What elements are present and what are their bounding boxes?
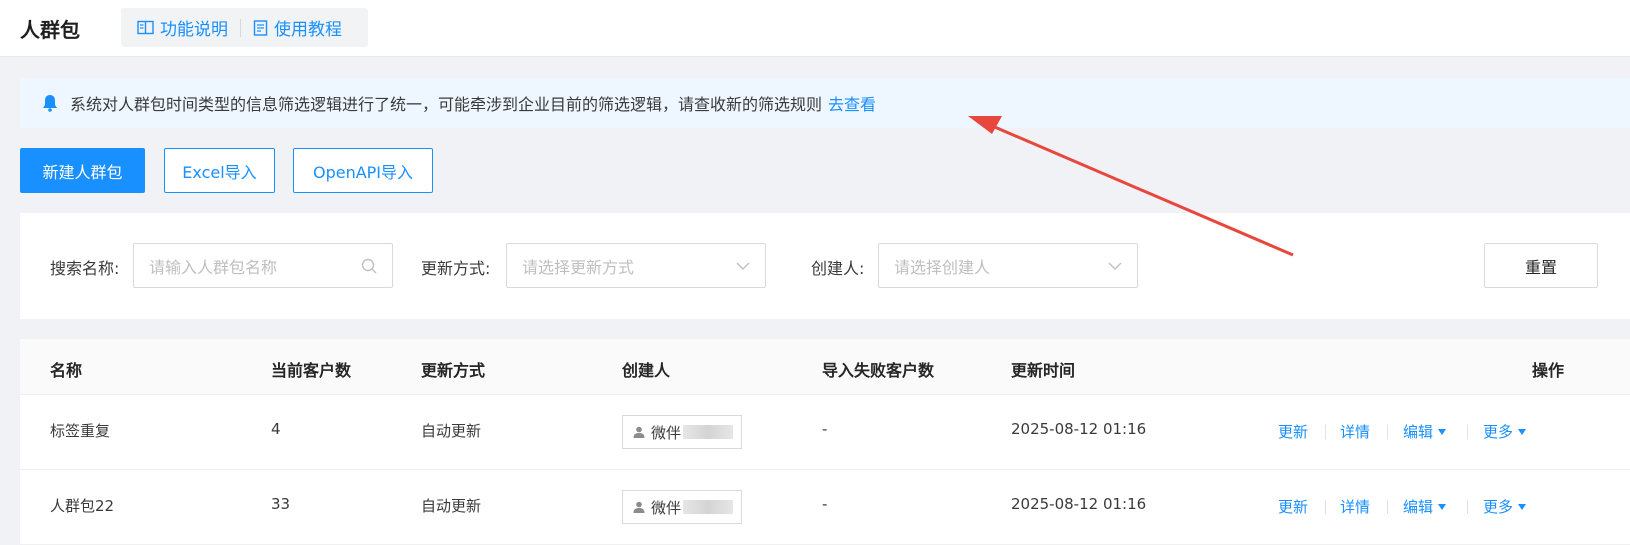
table-row: 人群包22 33 自动更新 微伴 - 2025-08-12 01:16 更新 详…: [20, 470, 1630, 545]
caret-down-icon: [1518, 428, 1527, 435]
new-crowd-pack-button[interactable]: 新建人群包: [20, 148, 145, 193]
chevron-down-icon: [736, 262, 750, 270]
more-dropdown[interactable]: 更多: [1483, 496, 1527, 517]
redacted-name: [683, 500, 734, 514]
column-header: 当前客户数: [271, 361, 352, 380]
view-rules-link[interactable]: 去查看: [828, 91, 876, 115]
feature-description-label: 功能说明: [160, 20, 228, 40]
update-link[interactable]: 更新: [1278, 421, 1308, 442]
help-links: 功能说明 使用教程: [121, 8, 368, 47]
notice-bar: 系统对人群包时间类型的信息筛选逻辑进行了统一，可能牵涉到企业目前的筛选逻辑，请查…: [20, 78, 1630, 128]
search-placeholder: 请输入人群包名称: [149, 257, 278, 277]
update-mode-select[interactable]: 请选择更新方式: [506, 243, 766, 288]
divider: [1325, 500, 1326, 514]
cell-name: 标签重复: [50, 422, 111, 440]
detail-link[interactable]: 详情: [1340, 421, 1370, 442]
divider: [1325, 425, 1326, 439]
update-link[interactable]: 更新: [1278, 496, 1308, 517]
table-row: 标签重复 4 自动更新 微伴 - 2025-08-12 01:16 更新 详情 …: [20, 395, 1630, 470]
openapi-import-button[interactable]: OpenAPI导入: [293, 148, 433, 193]
page-title: 人群包: [20, 18, 80, 42]
top-bar: 人群包 功能说明 使用教程: [0, 0, 1630, 57]
caret-down-icon: [1438, 428, 1447, 435]
bell-icon: [43, 95, 57, 112]
cell-time: 2025-08-12 01:16: [1011, 495, 1147, 513]
redacted-name: [683, 425, 734, 439]
crowd-pack-table: 名称 当前客户数 更新方式 创建人 导入失败客户数 更新时间 操作 标签重复 4…: [20, 339, 1630, 545]
more-dropdown[interactable]: 更多: [1483, 421, 1527, 442]
column-header: 名称: [50, 361, 83, 380]
tutorial-label: 使用教程: [274, 20, 342, 40]
creator-name: 微伴: [651, 423, 682, 442]
chevron-down-icon: [1108, 262, 1122, 270]
edit-dropdown[interactable]: 编辑: [1403, 421, 1447, 442]
creator-label: 创建人:: [811, 259, 865, 278]
update-mode-placeholder: 请选择更新方式: [522, 257, 635, 277]
edit-label: 编辑: [1403, 498, 1434, 516]
update-mode-label: 更新方式:: [421, 259, 491, 278]
tutorial-link[interactable]: 使用教程: [253, 15, 342, 40]
document-icon: [253, 19, 268, 36]
cell-count: 4: [271, 420, 281, 438]
cell-count: 33: [271, 495, 291, 513]
detail-link[interactable]: 详情: [1340, 496, 1370, 517]
search-label: 搜索名称:: [50, 259, 120, 278]
creator-name: 微伴: [651, 498, 682, 517]
column-header: 创建人: [622, 361, 671, 380]
divider: [1467, 425, 1468, 439]
creator-tag: 微伴: [622, 490, 742, 524]
edit-dropdown[interactable]: 编辑: [1403, 496, 1447, 517]
filter-panel: 搜索名称: 请输入人群包名称 更新方式: 请选择更新方式 创建人: 请选择创建人…: [20, 213, 1630, 319]
column-header: 更新方式: [421, 361, 486, 380]
more-label: 更多: [1483, 498, 1514, 516]
cell-failed: -: [822, 495, 828, 513]
creator-placeholder: 请选择创建人: [894, 257, 991, 277]
creator-select[interactable]: 请选择创建人: [878, 243, 1138, 288]
cell-time: 2025-08-12 01:16: [1011, 420, 1147, 438]
divider: [240, 18, 241, 37]
excel-import-button[interactable]: Excel导入: [164, 148, 275, 193]
cell-mode: 自动更新: [421, 497, 482, 515]
divider: [1387, 425, 1388, 439]
caret-down-icon: [1438, 503, 1447, 510]
creator-tag: 微伴: [622, 415, 742, 449]
search-input[interactable]: 请输入人群包名称: [133, 243, 393, 288]
caret-down-icon: [1518, 503, 1527, 510]
user-icon: [633, 426, 645, 438]
cell-name: 人群包22: [50, 497, 115, 515]
notice-text: 系统对人群包时间类型的信息筛选逻辑进行了统一，可能牵涉到企业目前的筛选逻辑，请查…: [70, 95, 823, 114]
column-header: 更新时间: [1011, 361, 1076, 380]
search-icon: [361, 258, 377, 273]
book-icon: [137, 20, 154, 35]
divider: [1467, 500, 1468, 514]
table-header: 名称 当前客户数 更新方式 创建人 导入失败客户数 更新时间 操作: [20, 339, 1630, 395]
feature-description-link[interactable]: 功能说明: [137, 15, 228, 40]
more-label: 更多: [1483, 423, 1514, 441]
cell-failed: -: [822, 420, 828, 438]
column-header: 导入失败客户数: [822, 361, 935, 380]
divider: [1387, 500, 1388, 514]
user-icon: [633, 501, 645, 513]
column-header: 操作: [1532, 361, 1565, 380]
cell-mode: 自动更新: [421, 422, 482, 440]
edit-label: 编辑: [1403, 423, 1434, 441]
reset-button[interactable]: 重置: [1484, 243, 1598, 288]
